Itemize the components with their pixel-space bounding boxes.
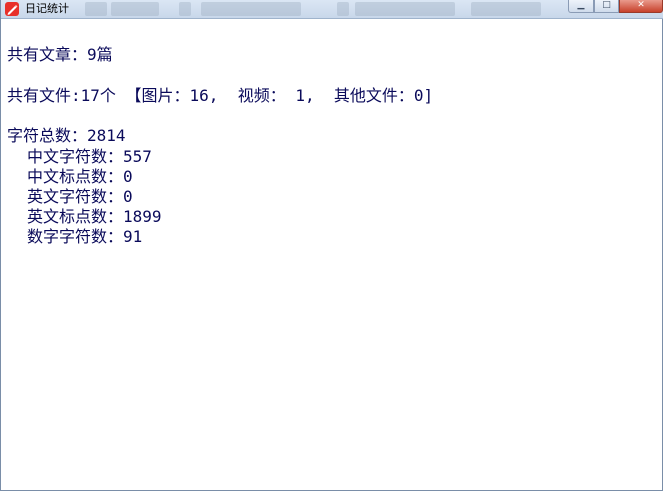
char-total: 字符总数：2814 xyxy=(7,126,126,145)
article-count: 共有文章：9篇 xyxy=(7,45,113,64)
digit-char-count: 数字字符数：91 xyxy=(27,227,143,246)
background-taskbar-item xyxy=(471,2,541,16)
maximize-button[interactable]: □ xyxy=(594,0,619,13)
title-bar[interactable]: 日记统计 ▁ □ ✕ xyxy=(1,0,663,19)
english-char-count: 英文字符数：0 xyxy=(27,187,133,206)
close-icon: ✕ xyxy=(637,0,645,10)
stats-window: 日记统计 ▁ □ ✕ 共有文章：9篇 共有文件:17个 【图片：16, 视频： … xyxy=(0,0,663,491)
minimize-icon: ▁ xyxy=(577,0,585,10)
diary-app-icon xyxy=(5,2,19,16)
chinese-char-count: 中文字符数：557 xyxy=(27,147,152,166)
file-count: 共有文件:17个 【图片：16, 视频： 1, 其他文件：0] xyxy=(7,86,434,105)
english-punct-count: 英文标点数：1899 xyxy=(27,207,162,226)
background-taskbar-item xyxy=(355,2,455,16)
background-taskbar-item xyxy=(85,2,107,16)
window-title: 日记统计 xyxy=(25,2,69,15)
background-taskbar-item xyxy=(201,2,301,16)
chinese-punct-count: 中文标点数：0 xyxy=(27,167,133,186)
minimize-button[interactable]: ▁ xyxy=(568,0,594,13)
stats-content: 共有文章：9篇 共有文件:17个 【图片：16, 视频： 1, 其他文件：0] … xyxy=(7,20,656,484)
background-taskbar-item xyxy=(179,2,191,16)
background-taskbar-item xyxy=(111,2,159,16)
maximize-icon: □ xyxy=(602,0,611,10)
close-button[interactable]: ✕ xyxy=(619,0,663,13)
background-taskbar-item xyxy=(337,2,349,16)
